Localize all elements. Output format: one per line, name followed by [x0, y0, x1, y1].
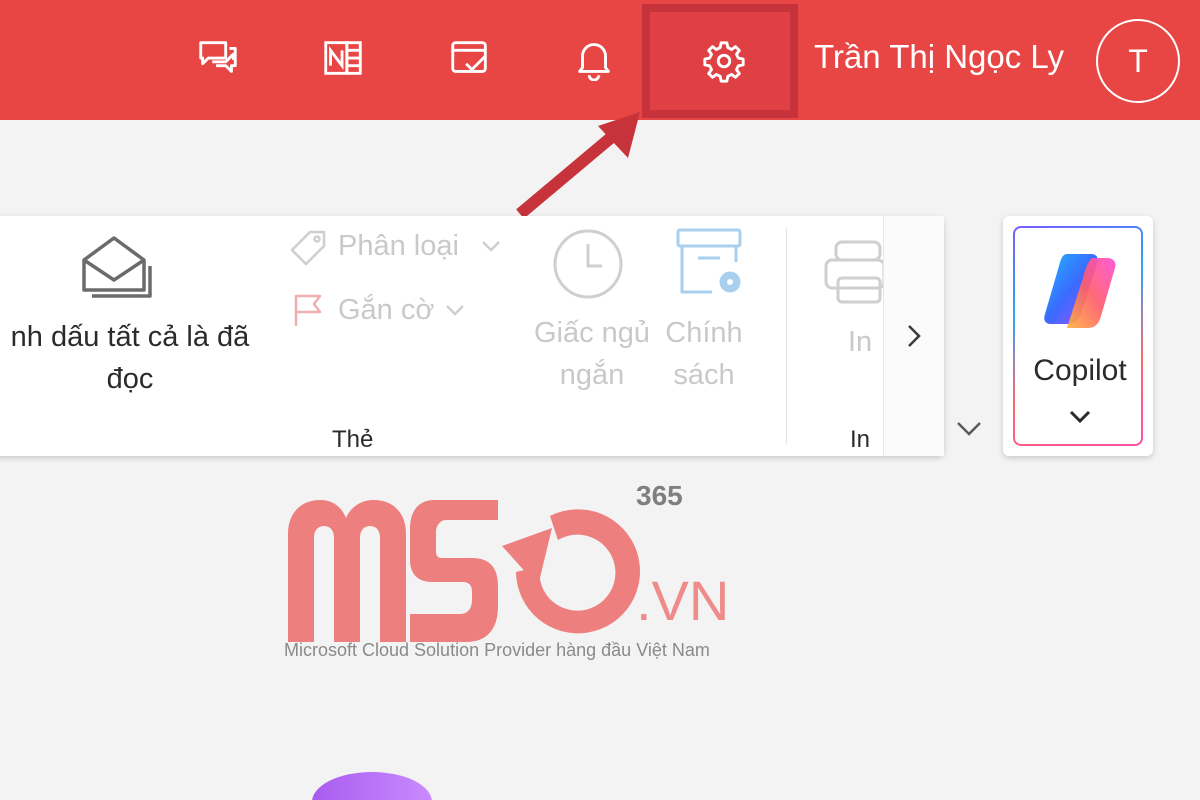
- onenote-icon[interactable]: [307, 22, 379, 94]
- partial-app-icon: [312, 772, 432, 800]
- chat-icon[interactable]: [182, 22, 254, 94]
- print-label[interactable]: In: [848, 326, 872, 359]
- group-label-print: In: [850, 426, 871, 453]
- brand-tagline: Microsoft Cloud Solution Provider hàng đ…: [284, 640, 710, 660]
- chevron-down-icon: [480, 238, 502, 254]
- copilot-label: Copilot: [1033, 354, 1127, 387]
- ribbon: nh dấu tất cả là đã đọc Phân loại Gắn cờ…: [0, 216, 944, 456]
- brand-superscript: 365: [636, 480, 683, 511]
- bell-icon[interactable]: [558, 22, 630, 94]
- brand-watermark: 365 .VN Microsoft Cloud Solution Provide…: [284, 480, 744, 670]
- flag-label[interactable]: Gắn cờ: [338, 294, 434, 327]
- copilot-panel: Copilot: [1003, 216, 1153, 456]
- chevron-down-icon: [1069, 410, 1091, 424]
- ribbon-scroll-right-button[interactable]: [883, 216, 944, 456]
- chevron-down-icon: [957, 422, 981, 436]
- flag-icon: [290, 292, 326, 328]
- tag-icon: [288, 228, 328, 268]
- user-name[interactable]: Trần Thị Ngọc Ly: [814, 38, 1064, 76]
- mso-logo-icon: [288, 500, 640, 642]
- brand-domain-suffix: .VN: [636, 569, 730, 632]
- copilot-logo-icon: [1044, 254, 1116, 328]
- clock-icon: [550, 226, 626, 302]
- gear-icon[interactable]: [688, 25, 760, 97]
- snooze-label[interactable]: Giấc ngủ ngắn: [522, 312, 662, 396]
- mail-open-icon[interactable]: [76, 228, 156, 308]
- avatar[interactable]: T: [1096, 19, 1180, 103]
- print-icon: [824, 238, 886, 308]
- group-divider: [786, 228, 787, 444]
- copilot-button[interactable]: Copilot: [1013, 226, 1143, 446]
- calendar-check-icon[interactable]: [434, 22, 506, 94]
- categorize-label[interactable]: Phân loại: [338, 230, 459, 263]
- chevron-down-icon: [444, 302, 466, 318]
- policy-label[interactable]: Chính sách: [644, 312, 764, 396]
- mark-all-read-label[interactable]: nh dấu tất cả là đã đọc: [0, 316, 270, 400]
- pointer-arrow-icon: [516, 112, 640, 219]
- chevron-right-icon: [908, 325, 921, 347]
- group-label-tags: Thẻ: [332, 426, 374, 453]
- settings-highlight: [642, 4, 798, 118]
- ribbon-expand-button[interactable]: [952, 414, 986, 444]
- archive-policy-icon: [672, 226, 752, 302]
